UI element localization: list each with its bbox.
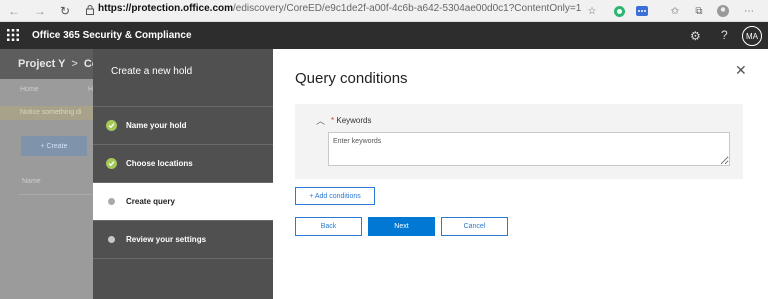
wizard-step-review-your-settings[interactable]: Review your settings	[93, 220, 273, 258]
background-name-column: Name	[22, 178, 41, 185]
extension-icon[interactable]	[612, 4, 626, 18]
avatar[interactable]: MA	[742, 26, 762, 46]
background-breadcrumb: Project Y > Co	[18, 58, 99, 70]
wizard-step-create-query[interactable]: Create query	[93, 182, 273, 220]
wizard-step-label: Choose locations	[126, 159, 193, 168]
wizard-step-choose-locations[interactable]: Choose locations	[93, 144, 273, 182]
app-launcher-icon[interactable]	[6, 28, 20, 42]
next-button[interactable]: Next	[368, 217, 435, 236]
browser-toolbar: ← → ↻ https://protection.office.com/edis…	[0, 0, 768, 22]
wizard-step-name-your-hold[interactable]: Name your hold	[93, 106, 273, 144]
cancel-button[interactable]: Cancel	[441, 217, 508, 236]
url-host: https://protection.office.com	[98, 3, 233, 14]
wizard-heading: Create a new hold	[111, 66, 193, 77]
refresh-icon[interactable]: ↻	[60, 4, 70, 18]
query-panel: Query conditions ✕ ︿ * Keywords + Add co…	[273, 49, 768, 299]
keywords-label-text: Keywords	[336, 116, 372, 125]
profile-icon[interactable]	[716, 4, 730, 18]
more-options-icon[interactable]: ⋯	[742, 4, 756, 18]
page-title: Query conditions	[295, 70, 408, 87]
breadcrumb-separator: >	[71, 58, 78, 70]
back-button[interactable]: Back	[295, 217, 362, 236]
checkmark-icon	[106, 120, 117, 131]
checkmark-icon	[106, 158, 117, 169]
background-create-button: + Create	[21, 136, 87, 156]
wizard-step-label: Create query	[126, 197, 175, 206]
keywords-section: ︿ * Keywords	[295, 104, 743, 179]
forward-arrow-icon[interactable]: →	[34, 4, 46, 18]
chevron-up-icon[interactable]: ︿	[316, 114, 325, 127]
wizard-sidebar: Create a new hold Name your hold Choose …	[93, 49, 273, 299]
back-arrow-icon[interactable]: ←	[8, 4, 20, 18]
lock-icon	[86, 5, 94, 15]
step-dot-icon	[108, 236, 115, 243]
background-tab-home: Home	[20, 86, 39, 93]
suite-title: Office 365 Security & Compliance	[32, 30, 192, 41]
background-project-name: Project Y	[18, 58, 66, 70]
address-bar[interactable]: https://protection.office.com/ediscovery…	[98, 3, 598, 19]
add-conditions-button[interactable]: + Add conditions	[295, 187, 375, 205]
help-icon[interactable]: ?	[721, 28, 728, 42]
background-notice: Notice something di	[0, 106, 93, 120]
extension-dots-icon[interactable]	[635, 4, 649, 18]
wizard-step-label: Name your hold	[126, 121, 187, 130]
step-dot-icon	[108, 198, 115, 205]
close-icon[interactable]: ✕	[735, 62, 747, 79]
keywords-label: * Keywords	[331, 116, 371, 125]
collections-icon[interactable]: ⧉	[692, 4, 706, 18]
keywords-input[interactable]	[328, 132, 730, 166]
favorite-star-icon[interactable]: ☆	[585, 4, 599, 18]
favorites-icon[interactable]: ✩	[668, 4, 682, 18]
wizard-divider	[93, 258, 273, 259]
wizard-step-label: Review your settings	[126, 235, 207, 244]
suite-header: Office 365 Security & Compliance ⚙ ? MA	[0, 22, 768, 49]
background-divider	[18, 194, 94, 195]
gear-icon[interactable]: ⚙	[690, 29, 701, 43]
required-marker: *	[331, 116, 335, 125]
url-path: /ediscovery/CoreED/e9c1de2f-a00f-4c6b-a6…	[233, 3, 582, 14]
